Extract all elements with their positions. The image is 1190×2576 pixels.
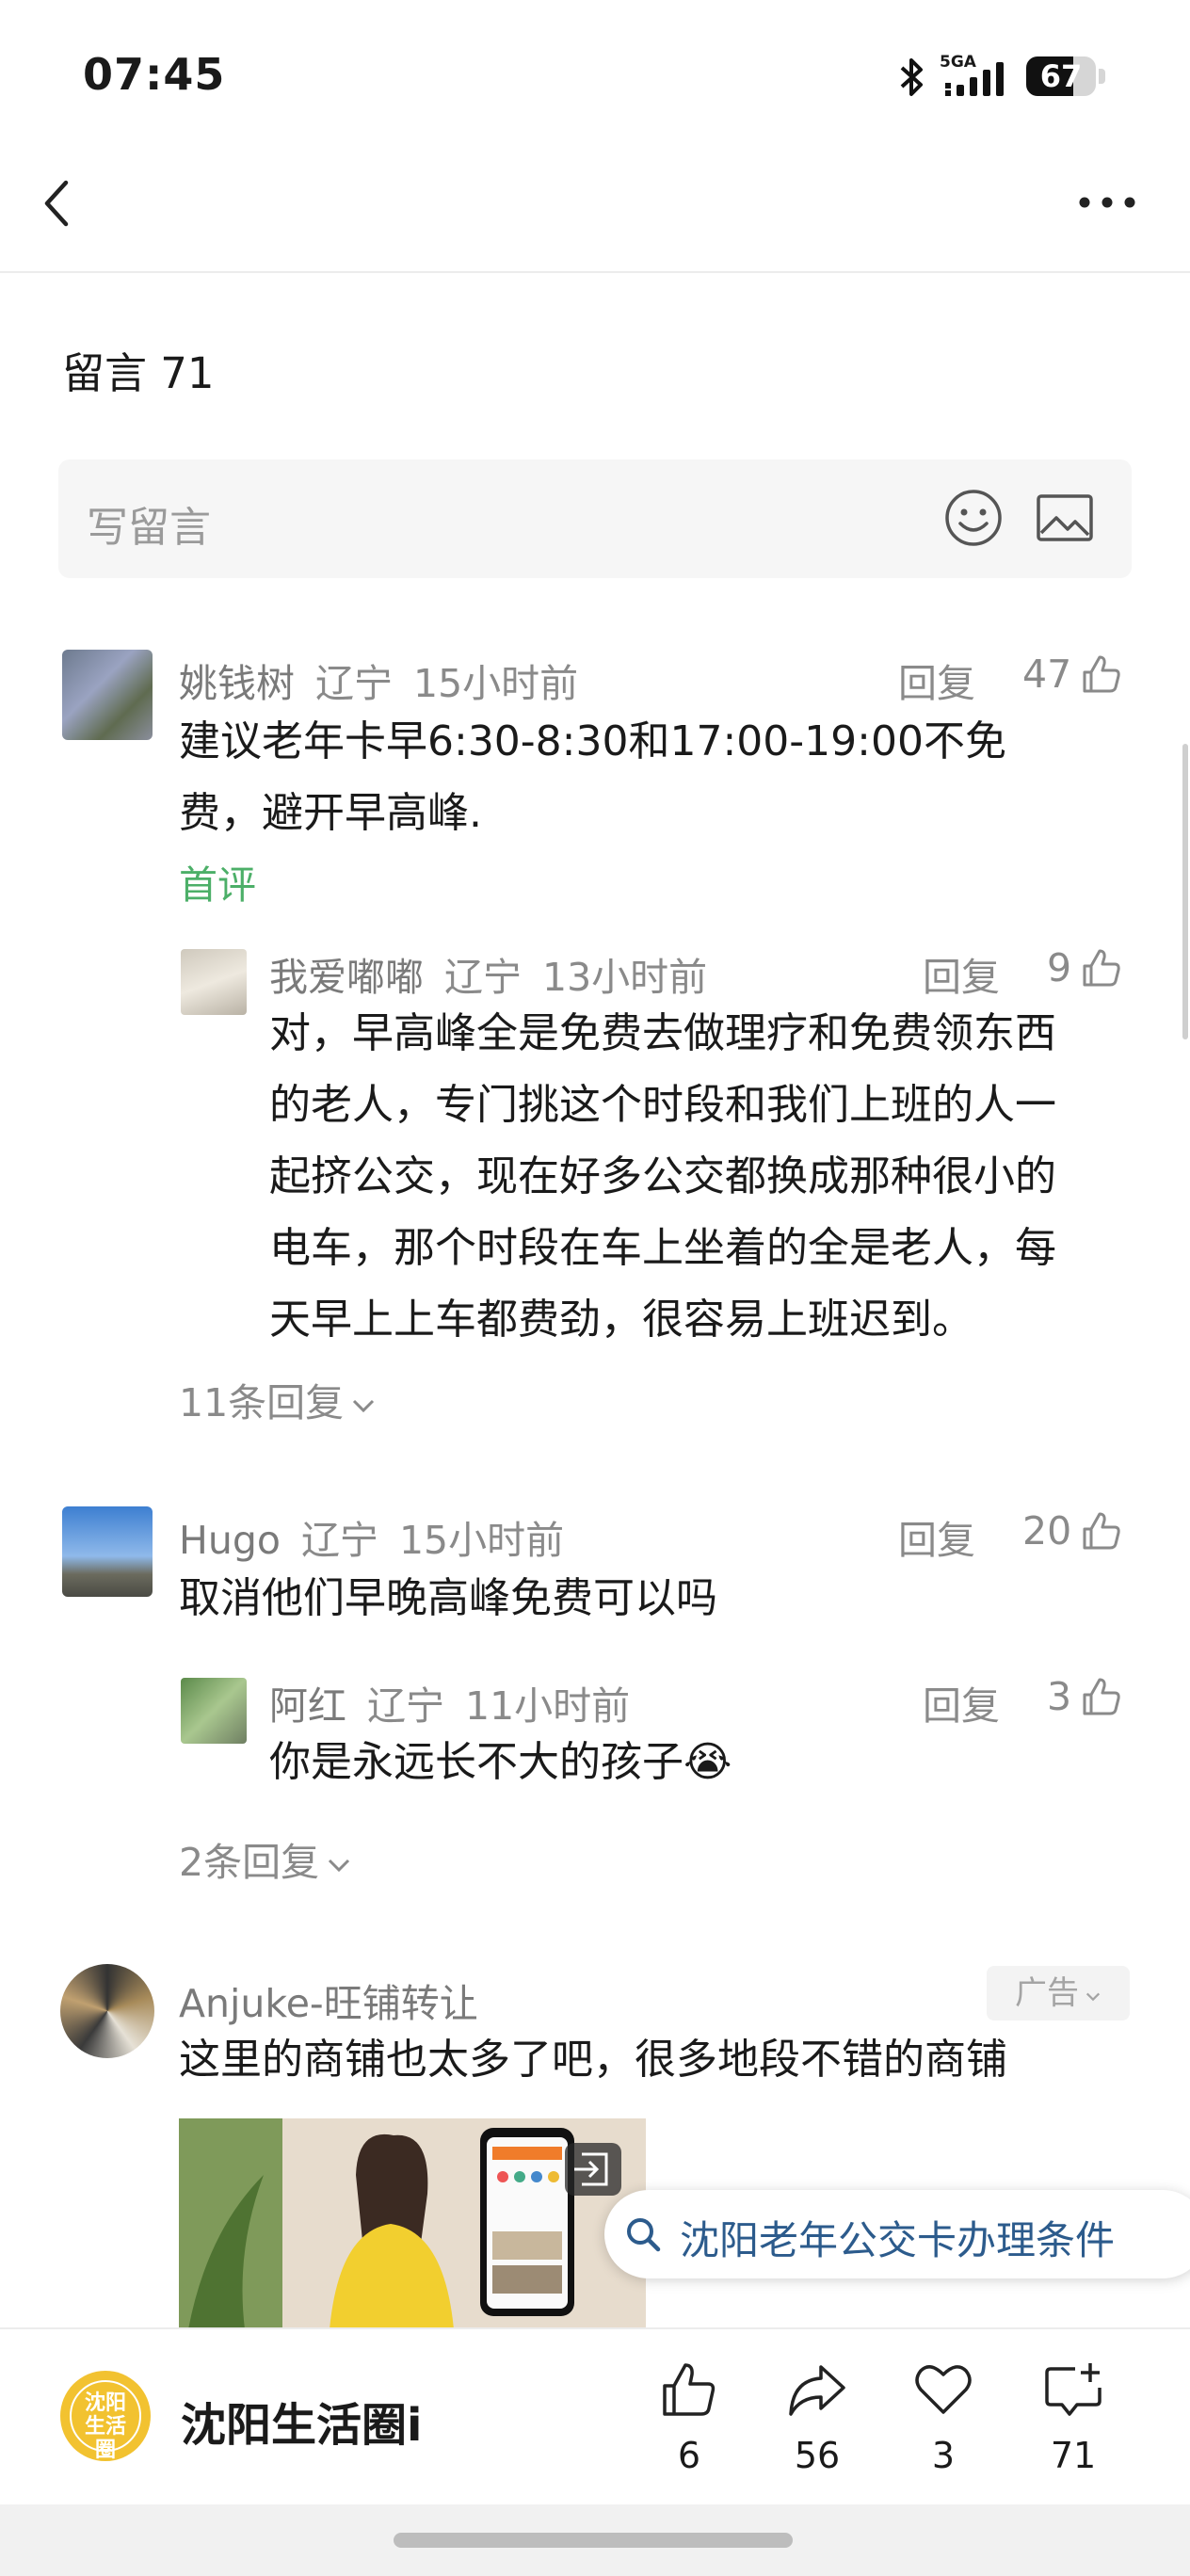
account-avatar-text: 沈阳生活圈 <box>84 2391 126 2462</box>
expand-replies-button[interactable]: 2条回复 <box>179 1830 351 1887</box>
reply-button[interactable]: 回复 <box>898 1508 975 1565</box>
share-total: 56 <box>794 2435 841 2476</box>
comment-meta: Hugo 辽宁 15小时前 <box>179 1508 564 1565</box>
account-avatar[interactable]: 沈阳生活圈 <box>60 2371 151 2462</box>
reply-author[interactable]: 我爱嘟嘟 <box>269 955 424 1000</box>
reply-time: 13小时前 <box>542 955 708 1000</box>
image-icon[interactable] <box>1036 493 1094 542</box>
avatar[interactable] <box>60 1964 154 2058</box>
related-search-chip[interactable]: 沈阳老年公交卡办理条件 <box>604 2190 1190 2278</box>
comments-heading: 留言 71 <box>62 348 215 398</box>
ad-image[interactable] <box>179 2118 646 2329</box>
reply-author[interactable]: 阿红 <box>269 1683 346 1729</box>
expand-replies-button[interactable]: 11条回复 <box>179 1371 376 1427</box>
comment-total: 71 <box>1050 2435 1097 2476</box>
battery-indicator: 67 <box>1026 56 1107 96</box>
ad-author: Anjuke-旺铺转让 <box>179 1981 478 2026</box>
comment-time: 15小时前 <box>398 1518 565 1563</box>
like-count: 9 <box>1047 945 1072 990</box>
ad-thumbnail-graphic <box>179 2118 646 2329</box>
comment-author[interactable]: Hugo <box>179 1518 281 1563</box>
back-arrow-icon[interactable] <box>38 175 75 232</box>
reply-text: 你是永远长不大的孩子😭 <box>269 1738 732 1786</box>
thumbs-up-icon[interactable] <box>659 2359 719 2420</box>
avatar[interactable] <box>62 1506 153 1597</box>
write-comment-box[interactable]: 写留言 <box>58 459 1132 578</box>
account-name[interactable]: 沈阳生活圈i <box>181 2388 422 2454</box>
comment-text: 取消他们早晚高峰免费可以吗 <box>179 1574 717 1622</box>
chevron-down-icon <box>329 1859 350 1873</box>
reply-location: 辽宁 <box>444 955 522 1000</box>
reply-button[interactable]: 回复 <box>923 1674 1000 1731</box>
comment-add-icon[interactable] <box>1043 2359 1103 2420</box>
reply-meta: 阿红 辽宁 11小时前 <box>269 1674 630 1731</box>
emoji-icon[interactable] <box>943 488 1004 548</box>
home-indicator[interactable] <box>394 2533 793 2548</box>
signal-icon <box>945 62 1004 96</box>
like-total: 6 <box>677 2435 701 2476</box>
thumbs-up-icon[interactable] <box>1079 1674 1124 1719</box>
chevron-down-icon <box>1085 1992 1101 2002</box>
reply-meta: 我爱嘟嘟 辽宁 13小时前 <box>269 945 707 1002</box>
bottom-action-bar: 沈阳生活圈 沈阳生活圈i 6 56 3 71 <box>0 2327 1190 2506</box>
comment-text: 建议老年卡早6:30-8:30和17:00-19:00不免 费，避开早高峰. <box>179 717 1006 837</box>
status-time: 07:45 <box>83 49 226 100</box>
more-options-icon[interactable] <box>1077 188 1137 217</box>
scrollbar[interactable] <box>1182 744 1188 1039</box>
comment-location: 辽宁 <box>300 1518 378 1563</box>
search-icon <box>627 2218 661 2252</box>
comment-time: 15小时前 <box>413 661 579 706</box>
reply-text: 对，早高峰全是免费去做理疗和免费领东西 的老人，专门挑这个时段和我们上班的人一 起挤… <box>269 1009 1056 1344</box>
reply-time: 11小时前 <box>465 1683 631 1729</box>
avatar[interactable] <box>181 1678 247 1744</box>
write-comment-placeholder[interactable]: 写留言 <box>87 493 211 554</box>
avatar[interactable] <box>181 949 247 1015</box>
share-icon[interactable] <box>787 2359 847 2420</box>
favorite-total: 3 <box>931 2435 956 2476</box>
ad-badge[interactable]: 广告 <box>987 1966 1130 2021</box>
reply-location: 辽宁 <box>367 1683 444 1729</box>
ad-text: 这里的商铺也太多了吧，很多地段不错的商铺 <box>179 2036 1007 2084</box>
thumbs-up-icon[interactable] <box>1079 945 1124 990</box>
like-count: 20 <box>1022 1508 1072 1554</box>
comment-meta: 姚钱树 辽宁 15小时前 <box>179 652 578 708</box>
comment-location: 辽宁 <box>315 661 393 706</box>
reply-button[interactable]: 回复 <box>898 652 975 708</box>
reply-button[interactable]: 回复 <box>923 945 1000 1002</box>
bluetooth-icon <box>900 58 923 96</box>
chevron-down-icon <box>353 1399 375 1413</box>
related-search-text[interactable]: 沈阳老年公交卡办理条件 <box>680 2209 1115 2266</box>
comment-author[interactable]: 姚钱树 <box>179 661 295 706</box>
nav-divider <box>0 271 1190 273</box>
like-count: 3 <box>1047 1674 1072 1719</box>
like-count: 47 <box>1022 652 1072 697</box>
thumbs-up-icon[interactable] <box>1079 652 1124 697</box>
heart-icon[interactable] <box>913 2359 973 2420</box>
thumbs-up-icon[interactable] <box>1079 1508 1124 1554</box>
avatar[interactable] <box>62 650 153 740</box>
first-comment-tag: 首评 <box>179 862 256 908</box>
